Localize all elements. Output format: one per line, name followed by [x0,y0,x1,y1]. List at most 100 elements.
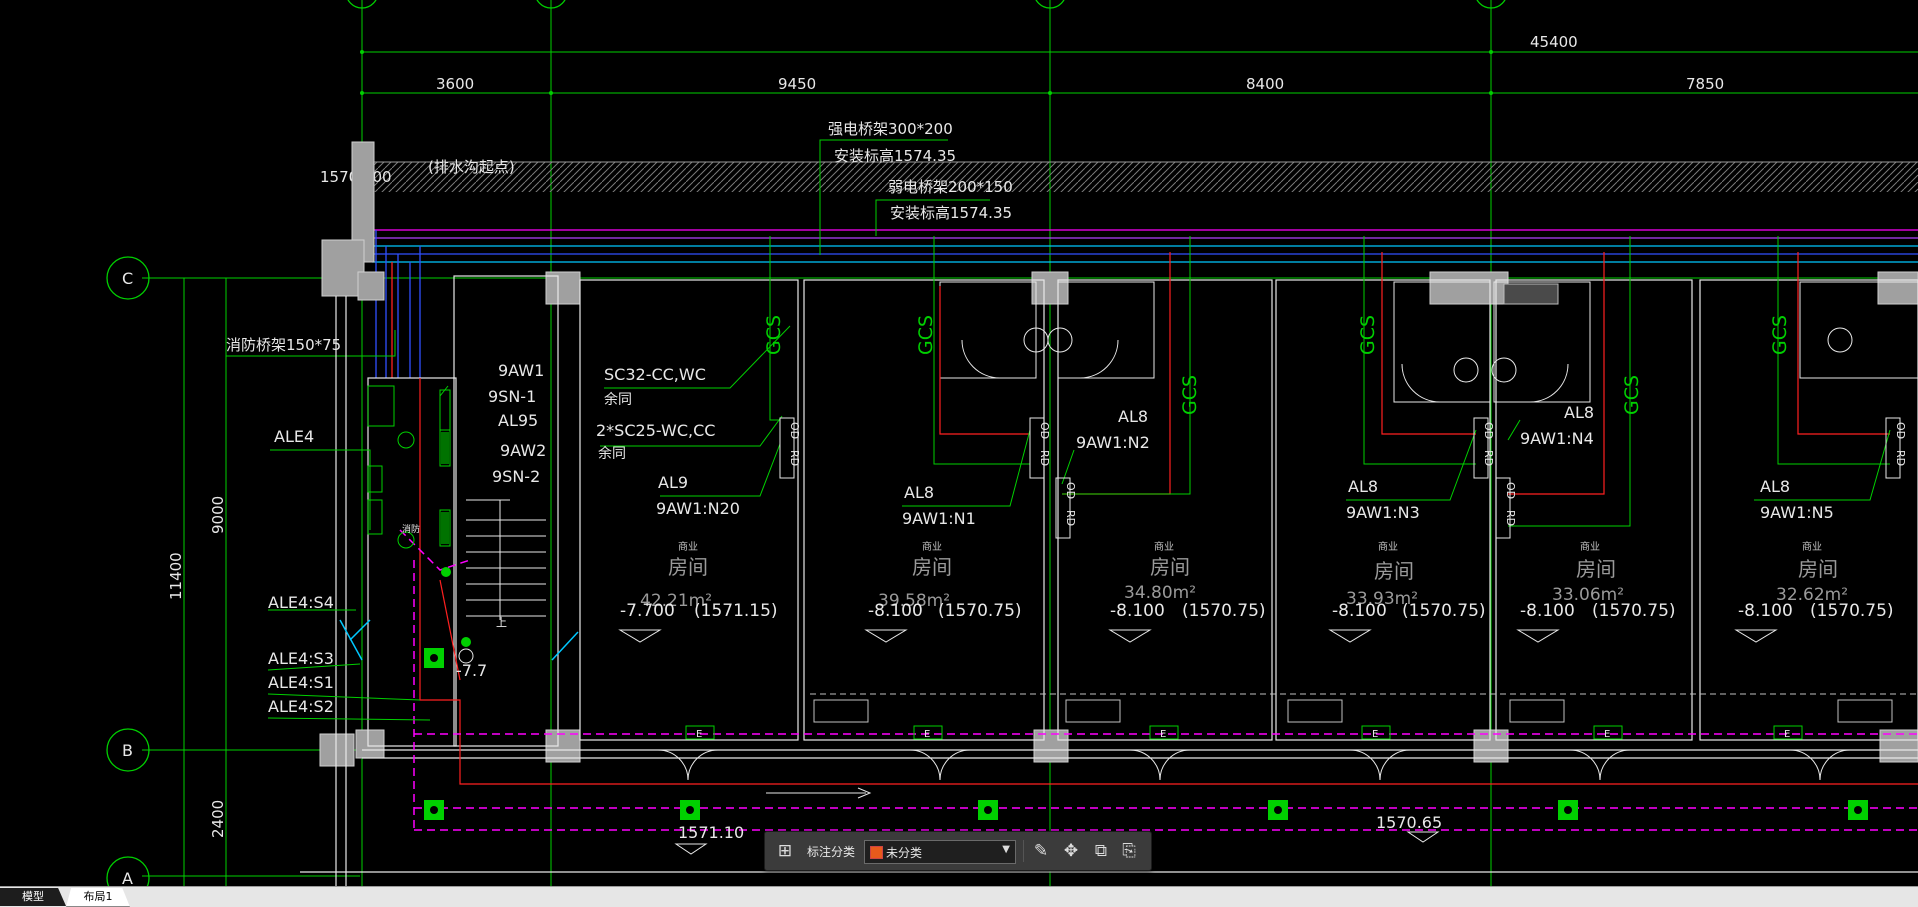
dim-11400: 11400 [167,552,185,600]
svg-text:ALE4: ALE4 [274,427,314,446]
svg-text:商业: 商业 [1580,540,1600,553]
svg-text:9AW1: 9AW1 [498,361,544,380]
room-labels: 商业 房间 42.21m² -7.700 (1571.15) 商业 房间 39.… [620,540,1894,621]
panels [367,385,451,547]
svg-text:E: E [1372,729,1378,740]
svg-text:9SN-1: 9SN-1 [488,387,536,406]
svg-text:9AW2: 9AW2 [500,441,546,460]
svg-text:RD: RD [1504,510,1517,526]
svg-text:-8.100: -8.100 [1520,601,1575,621]
svg-text:余同: 余同 [604,391,632,408]
dim-9450: 9450 [778,75,816,93]
svg-text:9AW1:N1: 9AW1:N1 [902,509,976,528]
panel-fills [441,432,449,544]
layout-tab-bar: 模型 布局1 [0,886,1918,907]
svg-text:商业: 商业 [922,540,942,553]
svg-text:商业: 商业 [1154,540,1174,553]
annotation-category-select[interactable]: 未分类 ▼ [864,840,1016,864]
grid-icon[interactable]: ⊞ [775,841,795,861]
svg-text:OD: OD [1064,482,1077,499]
columns [319,141,1918,767]
svg-text:-8.100: -8.100 [1332,601,1387,621]
room-3: 商业 房间 34.80m² -8.100 (1570.75) [1110,540,1266,621]
paste-icon[interactable]: ⎘ [1119,841,1139,861]
svg-text:-7.7: -7.7 [456,661,487,680]
axis-label-b: B [122,741,133,760]
svg-text:AL8: AL8 [1760,477,1790,496]
chevron-down-icon: ▼ [1002,844,1010,855]
svg-text:房间: 房间 [1576,557,1616,581]
tray-weak-label: 弱电桥架200*150 [888,178,1013,196]
tab-model[interactable]: 模型 [0,888,66,906]
fire-tag: 消防 [402,523,420,535]
svg-text:商业: 商业 [1378,540,1398,553]
svg-text:OD: OD [1482,422,1495,439]
room-5: 商业 房间 33.06m² -8.100 (1570.75) [1520,540,1676,621]
svg-text:E: E [1160,729,1166,740]
svg-text:RD: RD [1038,450,1051,466]
svg-text:房间: 房间 [912,555,952,579]
svg-text:E: E [924,729,930,740]
toolbar-separator [1023,840,1024,862]
tab-layout1[interactable]: 布局1 [66,888,130,907]
category-value: 未分类 [886,846,923,860]
svg-text:房间: 房间 [1798,557,1838,581]
svg-text:34.80m²: 34.80m² [1124,583,1196,603]
svg-text:1571.10: 1571.10 [678,823,744,842]
svg-text:OD: OD [1504,482,1517,499]
svg-text:(1570.75): (1570.75) [1592,601,1676,621]
drain-hatch [368,162,1918,192]
room-2: 商业 房间 39.58m² -8.100 (1570.75) [868,540,1022,621]
cad-drawing[interactable]: C B A 45400 3600 9450 8400 7850 11400 90… [0,0,1918,906]
category-color-swatch [870,846,883,859]
move-icon[interactable]: ✥ [1061,841,1081,861]
svg-text:GCS: GCS [1357,315,1379,355]
annotation-category-label: 标注分类 [807,845,856,859]
edit-icon[interactable]: ✎ [1031,841,1051,861]
svg-text:9AW1:N3: 9AW1:N3 [1346,503,1420,522]
copy-icon[interactable]: ⧉ [1091,841,1111,861]
red-circuits [419,252,1918,785]
svg-text:商业: 商业 [1802,540,1822,553]
tray-fire-label: 消防桥架150*75 [226,336,341,354]
svg-text:2*SC25-WC,CC: 2*SC25-WC,CC [596,421,715,440]
svg-text:(1570.75): (1570.75) [938,601,1022,621]
annotation-toolbar: ⊞ 标注分类 未分类 ▼ ✎ ✥ ⧉ ⎘ [764,831,1152,871]
svg-text:GCS: GCS [915,315,937,355]
axis-label-c: C [122,269,133,288]
svg-text:GCS: GCS [1621,375,1643,415]
cad-model-space[interactable]: C B A 45400 3600 9450 8400 7850 11400 90… [0,0,1918,906]
room-1: 商业 房间 42.21m² -7.700 (1571.15) [620,540,778,621]
svg-text:AL8: AL8 [1118,407,1148,426]
cable-trays [372,229,1918,378]
svg-text:(1571.15): (1571.15) [694,601,778,621]
tray-weak-elev: 安装标高1574.35 [890,204,1012,222]
svg-text:E: E [1604,729,1610,740]
svg-text:-8.100: -8.100 [1738,601,1793,621]
svg-text:GCS: GCS [1769,315,1791,355]
svg-text:AL95: AL95 [498,411,538,430]
svg-text:E: E [696,729,702,740]
svg-text:RD: RD [788,450,801,466]
svg-text:AL9: AL9 [658,473,688,492]
svg-text:ALE4:S4: ALE4:S4 [268,593,334,612]
svg-text:AL8: AL8 [1348,477,1378,496]
svg-text:房间: 房间 [1374,559,1414,583]
stairs [466,499,546,620]
svg-text:ALE4:S1: ALE4:S1 [268,673,334,692]
svg-text:RD: RD [1894,450,1907,466]
svg-text:OD: OD [1038,422,1051,439]
stair-up: 上 [496,616,507,629]
dim-7850: 7850 [1686,75,1724,93]
svg-text:9AW1:N4: 9AW1:N4 [1520,429,1594,448]
svg-text:房间: 房间 [1150,555,1190,579]
room-4: 商业 房间 33.93m² -8.100 (1570.75) [1332,540,1486,621]
svg-text:GCS: GCS [763,315,785,355]
svg-text:-8.100: -8.100 [868,601,923,621]
doors [657,749,1851,799]
svg-text:SC32-CC,WC: SC32-CC,WC [604,365,706,384]
svg-text:9SN-2: 9SN-2 [492,467,540,486]
svg-text:(1570.75): (1570.75) [1810,601,1894,621]
svg-text:RD: RD [1064,510,1077,526]
svg-text:ALE4:S2: ALE4:S2 [268,697,334,716]
